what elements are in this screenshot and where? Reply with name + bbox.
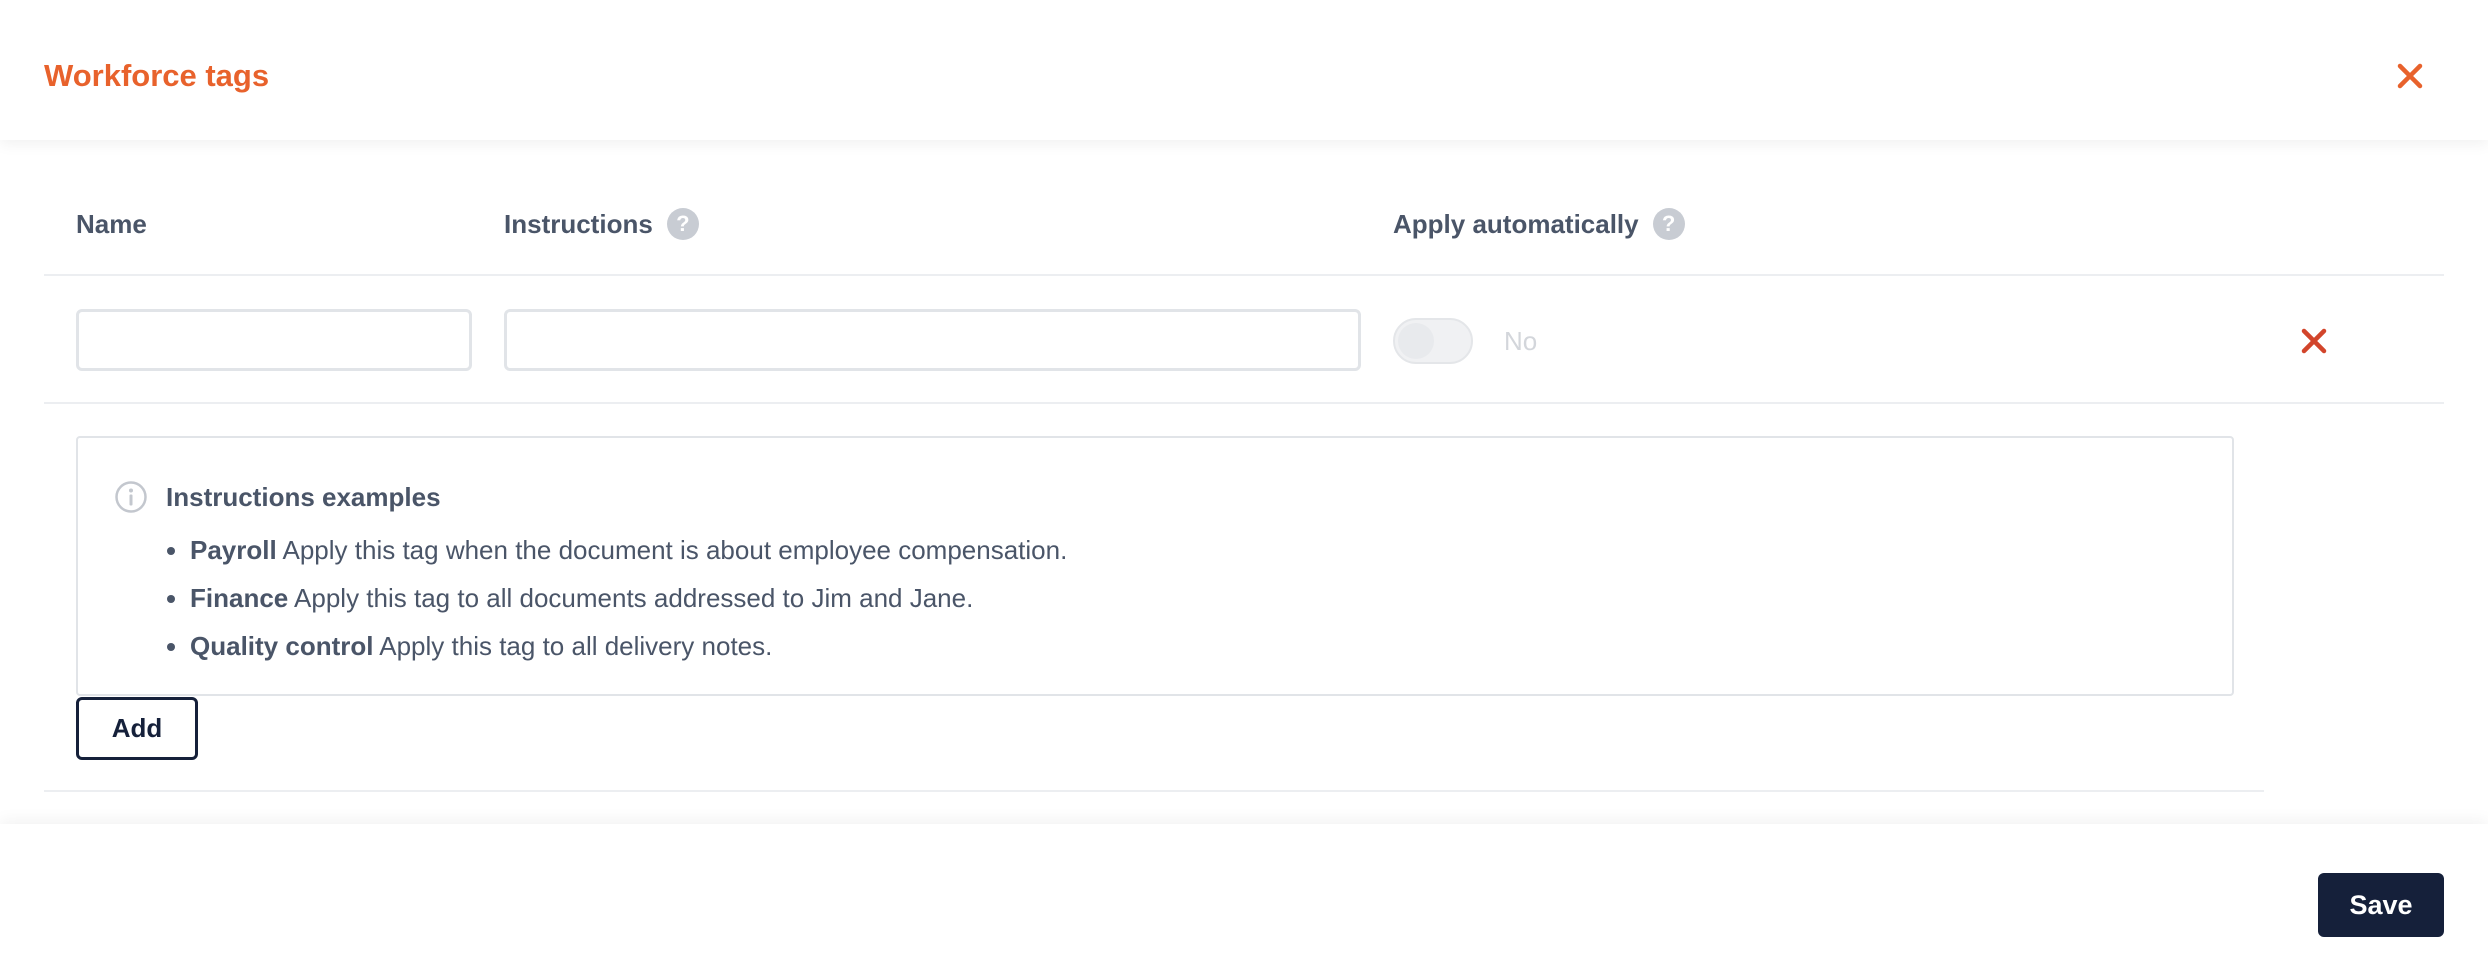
list-item: Quality control Apply this tag to all de… [190, 622, 1067, 670]
list-item: Payroll Apply this tag when the document… [190, 526, 1067, 574]
column-header-name: Name [76, 206, 147, 242]
example-tag: Finance [190, 583, 289, 613]
examples-title: Instructions examples [166, 482, 441, 512]
dialog-header: Workforce tags [0, 0, 2488, 140]
delete-row-icon[interactable] [2299, 326, 2329, 356]
examples-list: Payroll Apply this tag when the document… [152, 526, 1067, 670]
apply-automatically-state: No [1504, 326, 1538, 356]
toggle-knob [1398, 323, 1434, 359]
example-text: Apply this tag to all delivery notes. [373, 631, 773, 661]
tag-name-input[interactable] [76, 309, 472, 371]
section-divider [44, 790, 2264, 792]
apply-automatically-toggle[interactable] [1393, 318, 1473, 364]
instructions-examples-box: Instructions examples Payroll Apply this… [76, 436, 2234, 696]
add-button[interactable]: Add [76, 697, 198, 760]
dialog-title: Workforce tags [44, 58, 270, 93]
list-item: Finance Apply this tag to all documents … [190, 574, 1067, 622]
column-header-instructions-label: Instructions [504, 209, 653, 239]
info-icon [114, 480, 148, 514]
column-header-name-label: Name [76, 209, 147, 239]
dialog-footer [0, 824, 2488, 978]
example-text: Apply this tag when the document is abou… [276, 535, 1068, 565]
example-tag: Quality control [190, 631, 374, 661]
column-header-instructions: Instructions ? [504, 206, 699, 242]
column-header-apply-automatically: Apply automatically ? [1393, 206, 1685, 242]
tag-instructions-input[interactable] [504, 309, 1361, 371]
save-button[interactable]: Save [2318, 873, 2444, 937]
example-text: Apply this tag to all documents addresse… [288, 583, 974, 613]
header-divider [44, 274, 2444, 276]
close-icon[interactable] [2392, 58, 2428, 94]
example-tag: Payroll [190, 535, 277, 565]
column-header-apply-label: Apply automatically [1393, 209, 1639, 239]
help-icon[interactable]: ? [666, 208, 699, 240]
help-icon[interactable]: ? [1652, 208, 1685, 240]
row-divider [44, 402, 2444, 404]
